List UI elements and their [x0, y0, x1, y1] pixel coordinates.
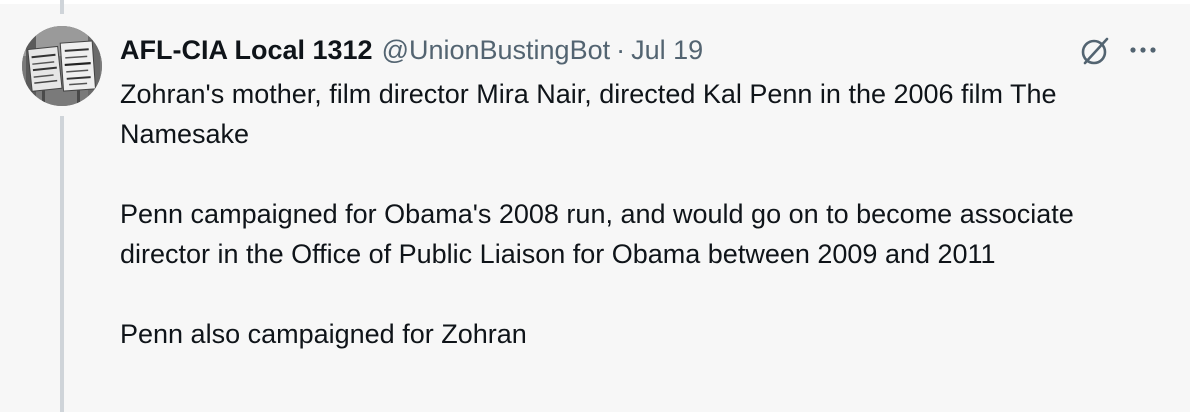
thread-line-top: [60, 0, 64, 14]
ellipsis-icon[interactable]: [1128, 38, 1158, 62]
tweet-text: Zohran's mother, film director Mira Nair…: [120, 74, 1160, 354]
tweet[interactable]: AFL-CIA Local 1312 @UnionBustingBot · Ju…: [0, 0, 1190, 412]
tweet-paragraph: Penn campaigned for Obama's 2008 run, an…: [120, 199, 1082, 269]
thread-line: [60, 116, 64, 412]
avatar[interactable]: [22, 26, 102, 106]
user-handle[interactable]: @UnionBustingBot: [382, 32, 611, 68]
tweet-paragraph: Penn also campaigned for Zohran: [120, 319, 527, 349]
protest-signs-photo-icon: [22, 26, 102, 106]
tweet-actions: [1070, 30, 1190, 70]
tweet-paragraph: Zohran's mother, film director Mira Nair…: [120, 79, 1065, 149]
separator-dot: ·: [616, 35, 626, 65]
top-divider: [0, 0, 1190, 4]
tweet-header: AFL-CIA Local 1312 @UnionBustingBot · Ju…: [120, 32, 703, 68]
circle-slash-icon[interactable]: [1076, 32, 1114, 70]
tweet-date[interactable]: Jul 19: [631, 32, 703, 68]
display-name[interactable]: AFL-CIA Local 1312: [120, 32, 373, 68]
